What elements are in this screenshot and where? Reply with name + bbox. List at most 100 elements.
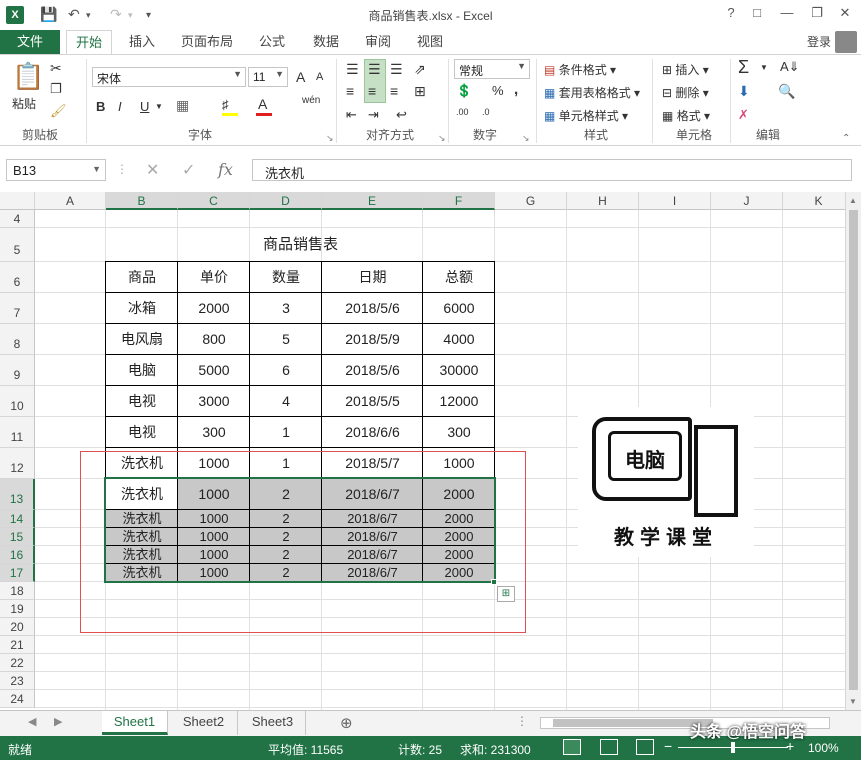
font-color-icon[interactable]: A [258, 96, 267, 112]
row-header-7[interactable]: 7 [0, 293, 35, 324]
dialog-launcher-icon[interactable]: ↘ [522, 133, 530, 144]
copy-icon[interactable]: ❐ [50, 81, 62, 97]
formula-input[interactable]: 洗衣机 [252, 159, 852, 181]
table-cell[interactable]: 冰箱 [106, 293, 178, 324]
column-header-i[interactable]: I [639, 192, 711, 210]
normal-view-icon[interactable] [563, 739, 581, 755]
insert-function-icon[interactable]: fx [218, 160, 233, 179]
fill-icon[interactable]: ⬇ [738, 83, 750, 100]
top-align-icon[interactable]: ☰ [346, 61, 359, 78]
table-header-cell[interactable]: 日期 [322, 262, 423, 293]
vertical-scrollbar[interactable]: ▲ ▼ [845, 192, 861, 710]
row-header-23[interactable]: 23 [0, 672, 35, 690]
bottom-align-icon[interactable]: ☰ [390, 61, 403, 78]
tab-review[interactable]: 审阅 [358, 30, 398, 54]
scroll-down-icon[interactable]: ▼ [849, 697, 857, 706]
table-cell[interactable]: 2000 [178, 293, 250, 324]
sign-in-link[interactable]: 登录 [807, 33, 831, 50]
fill-color-icon[interactable]: ♯ [222, 97, 229, 112]
bold-button[interactable]: B [96, 99, 105, 114]
add-sheet-button[interactable]: ⊕ [340, 714, 353, 732]
row-header-10[interactable]: 10 [0, 386, 35, 417]
collapse-ribbon-icon[interactable]: ⌃ [842, 133, 850, 144]
minimize-button[interactable]: — [776, 5, 798, 20]
table-header-cell[interactable]: 数量 [250, 262, 322, 293]
cell-styles-button[interactable]: ▦ 单元格样式 ▾ [544, 107, 628, 124]
row-header-19[interactable]: 19 [0, 600, 35, 618]
select-all-corner[interactable] [0, 192, 35, 210]
table-cell[interactable]: 电脑 [106, 355, 178, 386]
font-name-select[interactable]: 宋体 ▼ [92, 67, 246, 87]
table-cell[interactable]: 2018/6/6 [322, 417, 423, 448]
paste-button[interactable]: 粘贴 [12, 95, 36, 112]
column-header-k[interactable]: K [783, 192, 845, 210]
table-header-cell[interactable]: 单价 [178, 262, 250, 293]
chevron-down-icon[interactable]: ▼ [760, 63, 768, 72]
table-cell[interactable]: 3 [250, 293, 322, 324]
page-break-view-icon[interactable] [636, 739, 654, 755]
font-size-select[interactable]: 11 ▼ [248, 67, 288, 87]
cancel-entry-icon[interactable]: ✕ [146, 160, 159, 180]
shrink-font-button[interactable]: A [316, 71, 323, 83]
row-header-6[interactable]: 6 [0, 262, 35, 293]
align-center-icon[interactable]: ≡ [368, 83, 376, 99]
middle-align-icon[interactable]: ☰ [368, 61, 381, 78]
row-header-14[interactable]: 14 [0, 510, 35, 528]
row-header-9[interactable]: 9 [0, 355, 35, 386]
row-header-5[interactable]: 5 [0, 228, 35, 262]
comma-style-button[interactable]: , [514, 81, 518, 98]
row-header-12[interactable]: 12 [0, 448, 35, 479]
autosum-icon[interactable]: Σ [738, 57, 749, 78]
column-header-d[interactable]: D [250, 192, 322, 210]
table-cell[interactable]: 2018/5/5 [322, 386, 423, 417]
table-cell[interactable]: 电风扇 [106, 324, 178, 355]
table-cell[interactable]: 4000 [423, 324, 495, 355]
page-layout-view-icon[interactable] [600, 739, 618, 755]
tab-view[interactable]: 视图 [410, 30, 450, 54]
wrap-text-icon[interactable]: ↩ [396, 107, 407, 123]
column-header-b[interactable]: B [106, 192, 178, 210]
column-header-f[interactable]: F [423, 192, 495, 210]
dialog-launcher-icon[interactable]: ↘ [438, 133, 446, 144]
tab-page-layout[interactable]: 页面布局 [176, 30, 238, 54]
tab-formulas[interactable]: 公式 [252, 30, 292, 54]
table-cell[interactable]: 电视 [106, 386, 178, 417]
column-header-a[interactable]: A [35, 192, 106, 210]
table-cell[interactable]: 1 [250, 417, 322, 448]
orientation-icon[interactable]: ⇗ [414, 61, 426, 78]
vertical-scroll-thumb[interactable] [849, 210, 858, 690]
tab-insert[interactable]: 插入 [122, 30, 162, 54]
prev-sheet-icon[interactable]: ◀ [28, 715, 36, 728]
delete-cells-button[interactable]: ⊟ 删除 ▾ [662, 84, 709, 101]
table-cell[interactable]: 2018/5/9 [322, 324, 423, 355]
table-cell[interactable]: 3000 [178, 386, 250, 417]
table-cell[interactable]: 4 [250, 386, 322, 417]
tab-home[interactable]: 开始 [66, 30, 112, 54]
paste-icon[interactable]: 📋 [12, 61, 44, 92]
column-header-c[interactable]: C [178, 192, 250, 210]
align-right-icon[interactable]: ≡ [390, 83, 398, 99]
sort-filter-icon[interactable]: A⇓ [780, 59, 800, 75]
decrease-indent-icon[interactable]: ⇤ [346, 107, 357, 123]
table-cell[interactable]: 800 [178, 324, 250, 355]
cut-icon[interactable]: ✂ [50, 60, 62, 77]
row-header-20[interactable]: 20 [0, 618, 35, 636]
grow-font-button[interactable]: A [296, 69, 305, 85]
zoom-out-icon[interactable]: − [664, 738, 672, 754]
table-cell[interactable]: 30000 [423, 355, 495, 386]
tab-file[interactable]: 文件 [0, 30, 60, 54]
column-header-j[interactable]: J [711, 192, 783, 210]
tab-data[interactable]: 数据 [306, 30, 346, 54]
table-cell[interactable]: 12000 [423, 386, 495, 417]
phonetic-guide-button[interactable]: wén [302, 95, 320, 106]
confirm-entry-icon[interactable]: ✓ [182, 160, 195, 180]
next-sheet-icon[interactable]: ▶ [54, 715, 62, 728]
column-header-h[interactable]: H [567, 192, 639, 210]
dialog-launcher-icon[interactable]: ↘ [326, 133, 334, 144]
borders-icon[interactable]: ▦ [176, 97, 189, 114]
row-header-18[interactable]: 18 [0, 582, 35, 600]
format-cells-button[interactable]: ▦ 格式 ▾ [662, 107, 710, 124]
table-cell[interactable]: 2018/5/6 [322, 355, 423, 386]
format-painter-icon[interactable]: 🖌 [50, 103, 67, 119]
accounting-format-icon[interactable]: 💲 [456, 83, 472, 99]
